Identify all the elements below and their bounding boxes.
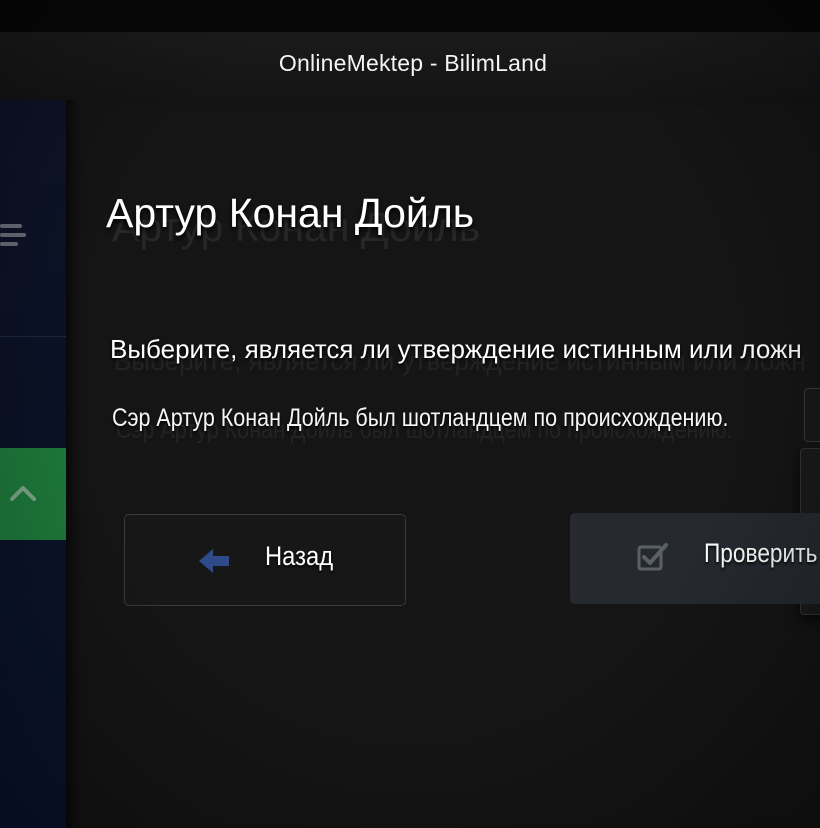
menu-icon[interactable] xyxy=(0,220,26,250)
monitor-bezel xyxy=(0,0,820,32)
check-answer-button[interactable]: Проверить л xyxy=(570,513,820,604)
arrow-left-icon xyxy=(199,549,229,573)
back-button-label: Назад xyxy=(265,541,334,571)
page-title: Артур Конан Дойль xyxy=(106,190,475,236)
chevron-up-icon xyxy=(10,486,36,501)
window-title: OnlineMektep - BilimLand xyxy=(278,50,548,76)
answer-select[interactable] xyxy=(804,388,820,442)
sidebar-divider xyxy=(0,336,70,337)
screen: OnlineMektep - BilimLand Артур Конан Дой… xyxy=(0,0,820,828)
check-answer-button-label: Проверить л xyxy=(704,538,820,568)
question-statement: Сэр Артур Конан Дойль был шотландцем по … xyxy=(112,404,729,432)
back-button[interactable]: Назад xyxy=(124,514,406,606)
checkbox-icon xyxy=(637,543,668,571)
question-instruction: Выберите, является ли утверждение истинн… xyxy=(110,334,802,364)
